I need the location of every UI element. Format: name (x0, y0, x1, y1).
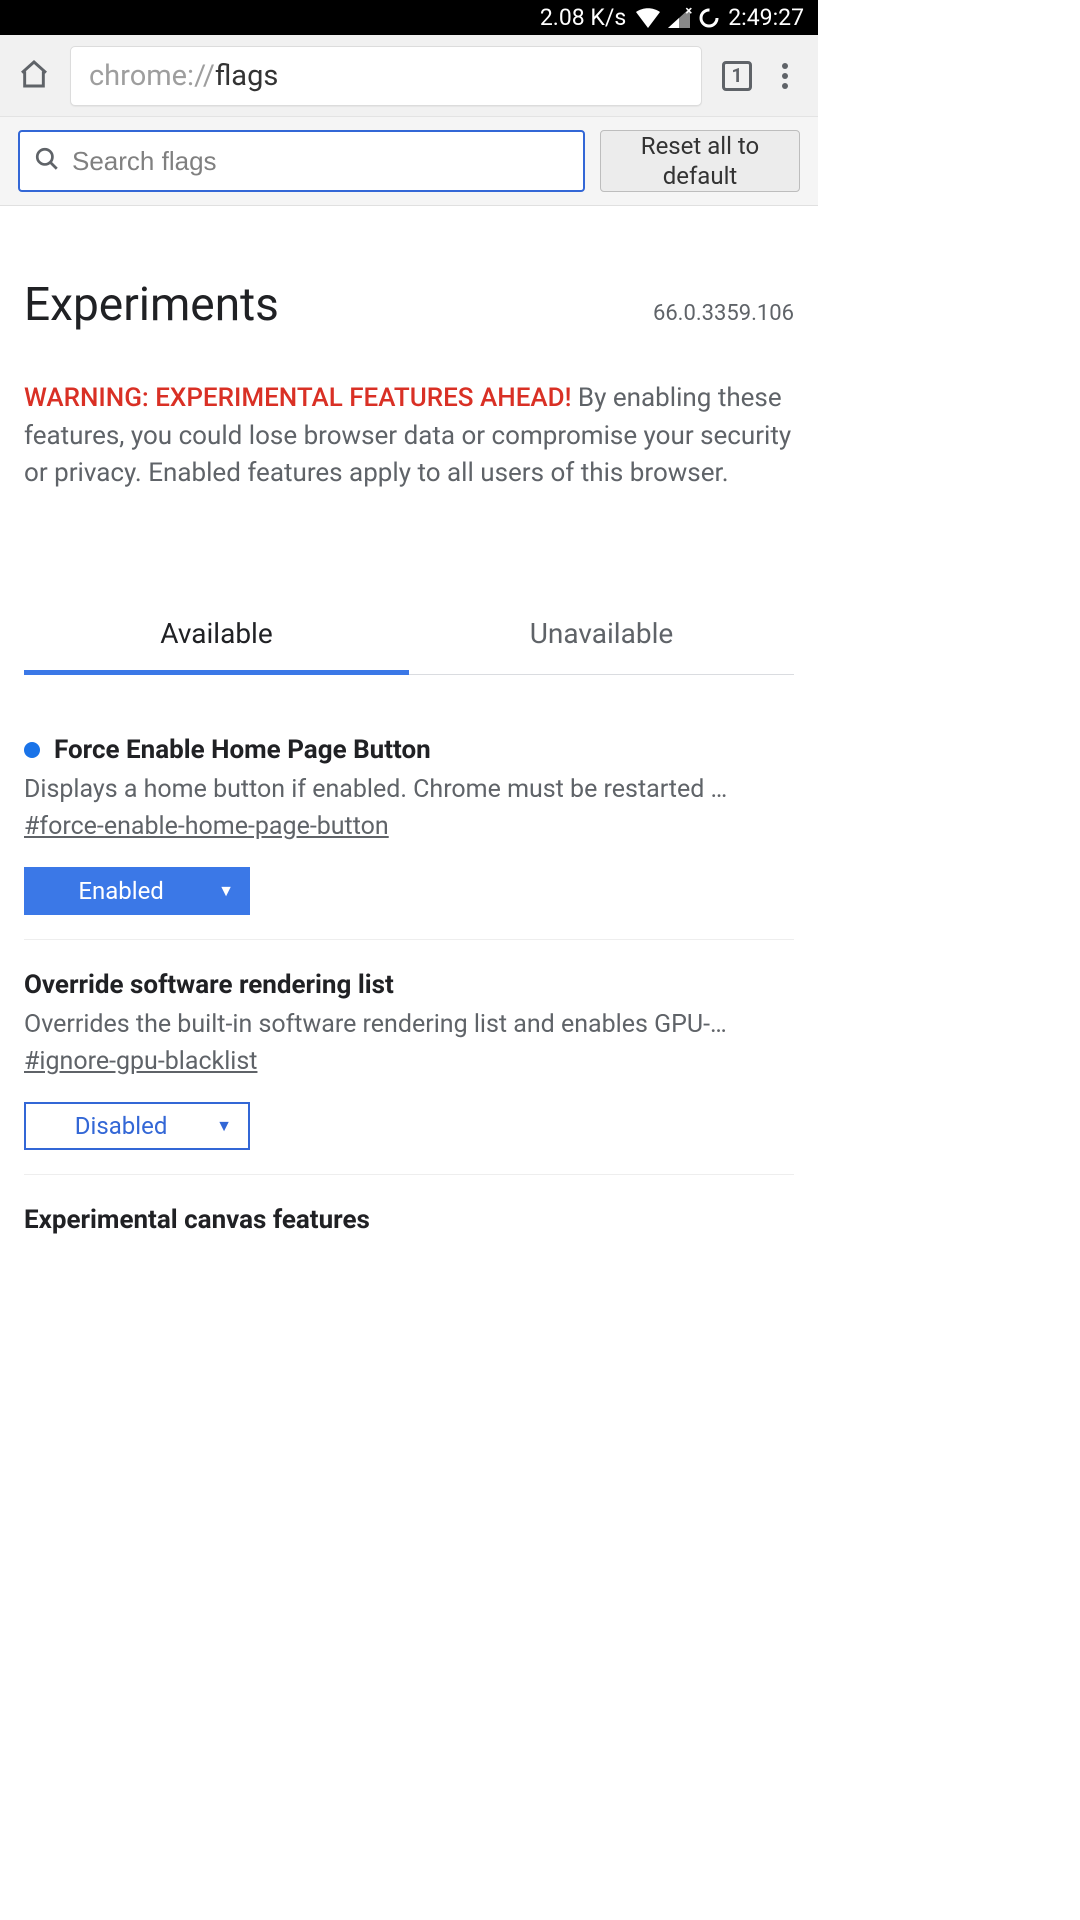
url-scheme: chrome:// (89, 59, 215, 93)
flag-title: Override software rendering list (24, 970, 394, 1000)
search-flags-input[interactable] (72, 146, 569, 177)
flag-anchor-link[interactable]: #ignore-gpu-blacklist (24, 1047, 257, 1076)
flag-state-value: Disabled (26, 1112, 216, 1140)
cell-signal-icon: × (668, 8, 690, 28)
home-icon[interactable] (18, 58, 50, 94)
flag-description: Overrides the built-in software renderin… (24, 1010, 794, 1039)
search-icon (34, 146, 60, 176)
network-speed: 2.08 K/s (540, 4, 626, 31)
chrome-version: 66.0.3359.106 (653, 301, 794, 326)
browser-toolbar: chrome://flags 1 (0, 35, 818, 117)
overflow-menu-icon[interactable] (772, 59, 798, 93)
url-bar[interactable]: chrome://flags (70, 46, 702, 106)
tab-available[interactable]: Available (24, 603, 409, 675)
chevron-down-icon: ▼ (218, 881, 234, 901)
flags-controls-bar: Reset all to default (0, 117, 818, 206)
clock-time: 2:49:27 (728, 4, 804, 31)
flag-state-dropdown[interactable]: Enabled ▼ (24, 867, 250, 915)
search-flags-field[interactable] (18, 130, 585, 192)
flag-description: Displays a home button if enabled. Chrom… (24, 775, 794, 804)
tab-count-value: 1 (732, 64, 743, 87)
flag-title: Experimental canvas features (24, 1205, 794, 1235)
warning-text: WARNING: EXPERIMENTAL FEATURES AHEAD! By… (24, 380, 794, 493)
page-title: Experiments (24, 278, 279, 332)
tab-unavailable[interactable]: Unavailable (409, 603, 794, 674)
flag-entry: Force Enable Home Page Button Displays a… (24, 715, 794, 940)
chevron-down-icon: ▼ (216, 1116, 232, 1136)
flag-title: Force Enable Home Page Button (54, 735, 431, 765)
flag-anchor-link[interactable]: #force-enable-home-page-button (24, 812, 389, 841)
reset-all-label: Reset all to default (601, 131, 799, 191)
flags-tabs: Available Unavailable (24, 603, 794, 675)
flag-state-value: Enabled (24, 877, 218, 905)
loading-spinner-icon (698, 7, 720, 29)
warning-prefix: WARNING: EXPERIMENTAL FEATURES AHEAD! (24, 383, 571, 413)
modified-dot-icon (24, 742, 40, 758)
wifi-icon (636, 8, 660, 28)
android-status-bar: 2.08 K/s × 2:49:27 (0, 0, 818, 35)
flags-content: Experiments 66.0.3359.106 WARNING: EXPER… (0, 278, 818, 1235)
flag-entry: Override software rendering list Overrid… (24, 940, 794, 1175)
reset-all-button[interactable]: Reset all to default (600, 130, 800, 192)
flag-state-dropdown[interactable]: Disabled ▼ (24, 1102, 250, 1150)
url-path: flags (215, 59, 279, 93)
tab-switcher-button[interactable]: 1 (722, 61, 752, 91)
